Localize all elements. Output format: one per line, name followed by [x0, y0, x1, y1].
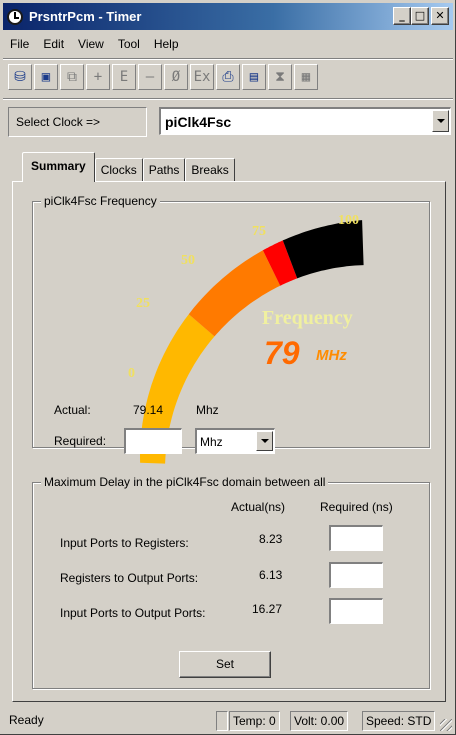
status-ready: Ready	[9, 713, 44, 727]
delay-row-actual: 8.23	[259, 532, 283, 546]
actual-label: Actual:	[54, 403, 91, 417]
required-unit-value: Mhz	[200, 434, 223, 449]
delay-row-label: Input Ports to Registers:	[60, 536, 189, 550]
status-volt: Volt: 0.00	[290, 711, 349, 731]
set-button[interactable]: Set	[179, 651, 271, 678]
delay-row-label: Registers to Output Ports:	[60, 571, 199, 585]
delay-row-actual: 16.27	[252, 602, 283, 616]
gauge-tick-25: 25	[136, 296, 150, 311]
timer-window: PrsntrPcm - Timer _ □ ✕ File Edit View T…	[0, 0, 456, 735]
delay-row-actual: 6.13	[259, 568, 283, 582]
status-pane-blank	[216, 711, 228, 731]
status-temp: Temp: 0	[229, 711, 280, 731]
gauge-tick-0: 0	[128, 366, 135, 381]
resize-grip-icon[interactable]	[440, 719, 452, 731]
delay-group-legend: Maximum Delay in the piClk4Fsc domain be…	[41, 475, 329, 489]
gauge-frequency-label: Frequency	[262, 307, 353, 329]
required-unit-select[interactable]: Mhz	[195, 428, 275, 454]
unit-dropdown-button[interactable]	[256, 431, 273, 451]
gauge-frequency-unit: MHz	[316, 347, 347, 364]
chevron-down-icon	[260, 439, 269, 443]
required-label: Required:	[54, 434, 107, 448]
status-bar: Ready Temp: 0 Volt: 0.00 Speed: STD	[3, 710, 453, 732]
gauge-tick-75: 75	[252, 224, 266, 239]
delay-row-required-input[interactable]	[329, 598, 383, 624]
delay-header-required: Required (ns)	[320, 500, 393, 514]
gauge-tick-50: 50	[181, 253, 195, 268]
delay-header-actual: Actual(ns)	[231, 500, 286, 514]
actual-unit: Mhz	[196, 403, 219, 417]
status-speed: Speed: STD	[362, 711, 436, 731]
delay-row-label: Input Ports to Output Ports:	[60, 606, 206, 620]
required-frequency-input[interactable]	[124, 428, 182, 454]
delay-row-required-input[interactable]	[329, 562, 383, 588]
gauge-tick-100: 100	[338, 213, 359, 228]
actual-value: 79.14	[133, 403, 164, 417]
tab-summary[interactable]: Summary	[22, 152, 95, 182]
gauge-frequency-value: 79	[264, 335, 300, 371]
delay-row-required-input[interactable]	[329, 525, 383, 551]
